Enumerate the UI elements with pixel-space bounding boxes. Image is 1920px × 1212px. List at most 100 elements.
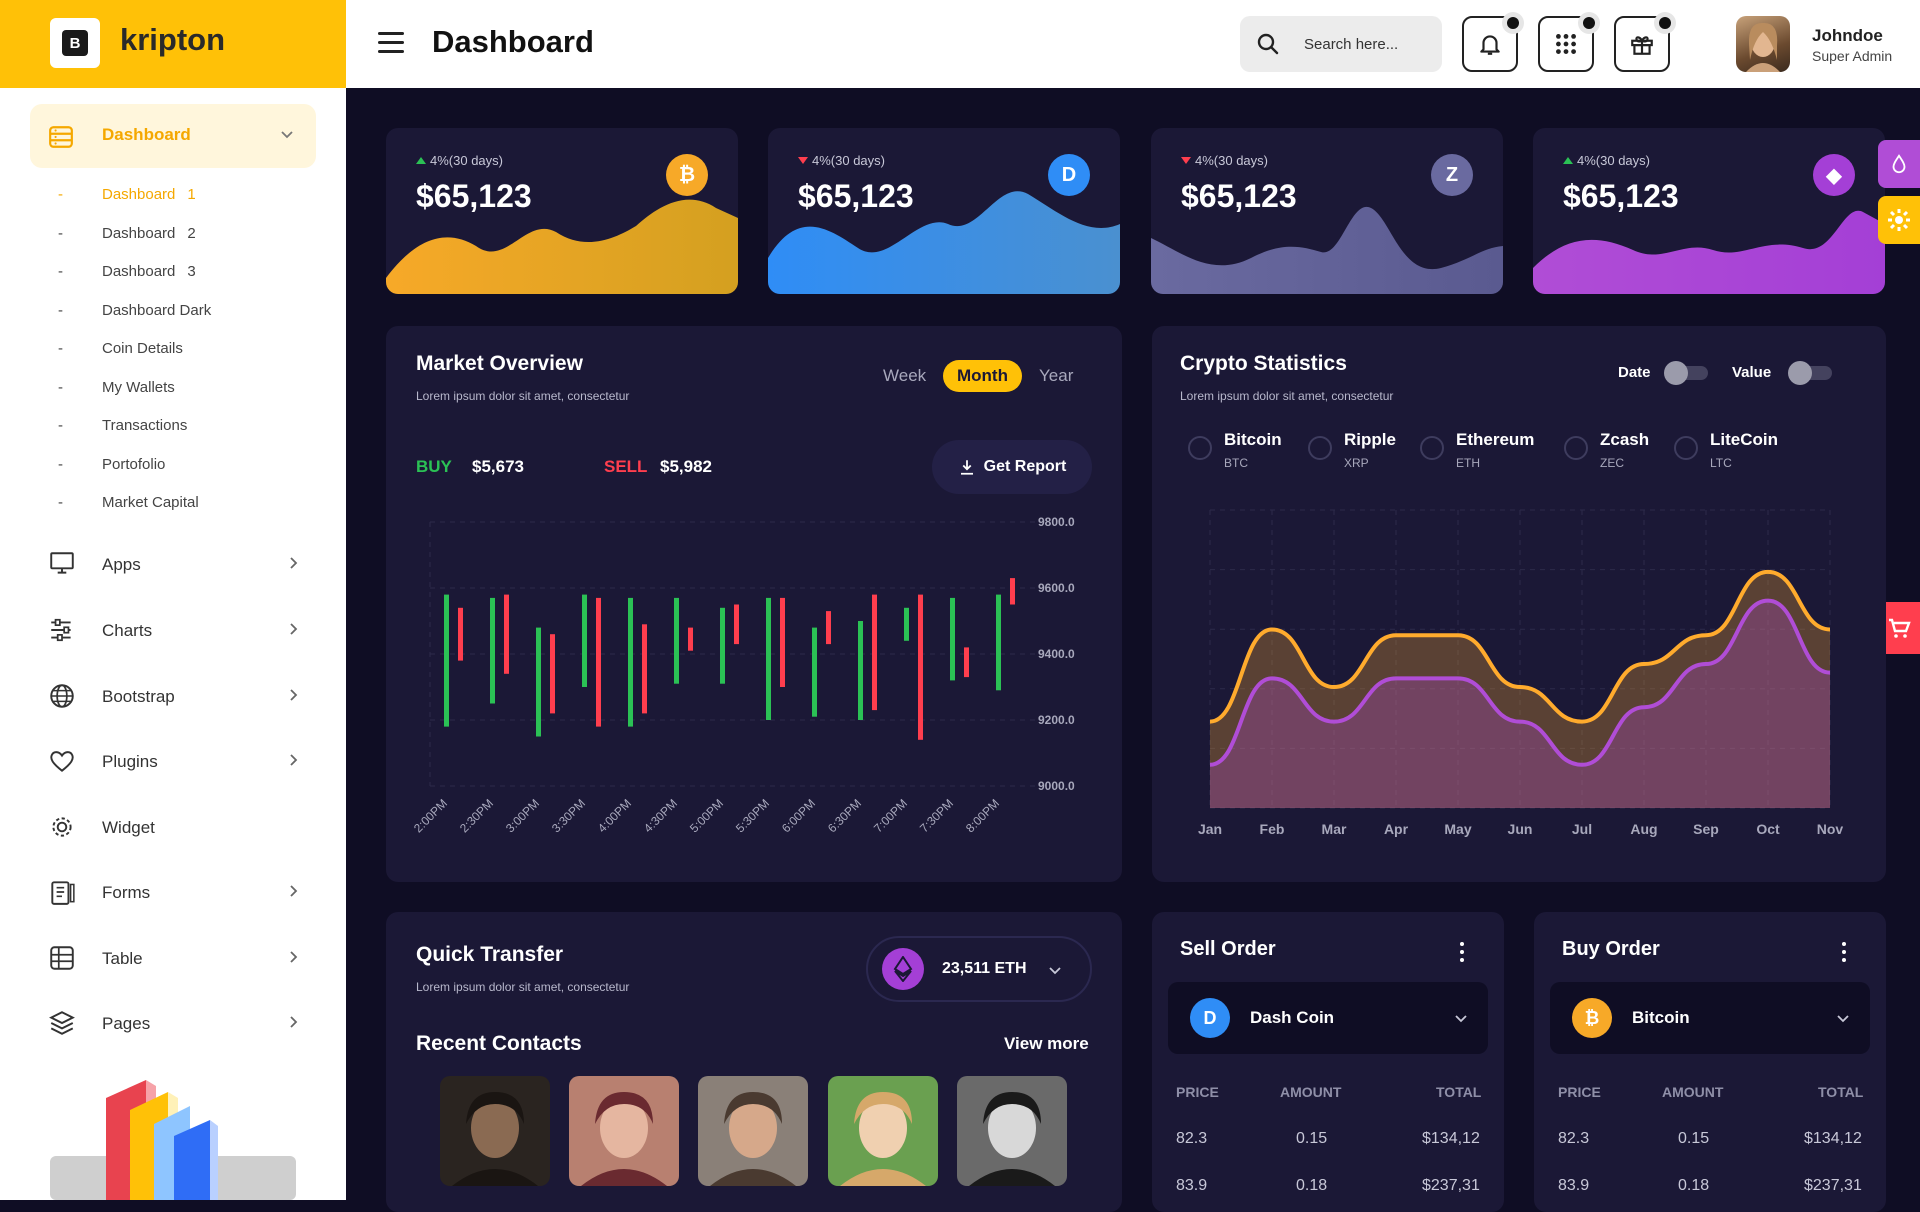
- radio-button[interactable]: [1308, 436, 1332, 460]
- radio-button[interactable]: [1420, 436, 1444, 460]
- menu-toggle-icon[interactable]: [378, 32, 404, 54]
- notification-button[interactable]: [1462, 12, 1524, 72]
- submenu-bullet: -: [58, 186, 63, 203]
- more-options-icon[interactable]: [1460, 942, 1466, 966]
- theme-drop-button[interactable]: [1878, 140, 1920, 188]
- candle-down: [688, 627, 693, 651]
- submenu-item-label: Dashboard Dark: [102, 301, 212, 319]
- x-tick-label: May: [1444, 821, 1471, 837]
- x-tick-label: Mar: [1322, 821, 1347, 837]
- submenu-item[interactable]: - Dashboard 3: [58, 263, 196, 280]
- sidebar-item-bootstrap[interactable]: Bootstrap: [48, 680, 318, 712]
- brand-name[interactable]: kripton: [120, 22, 225, 58]
- candle-down: [964, 647, 969, 678]
- chevron-down-icon: [1837, 1015, 1849, 1023]
- sidebar-item-plugins[interactable]: Plugins: [48, 745, 318, 777]
- buy-row-price: 83.9: [1558, 1177, 1590, 1194]
- submenu-item-label: Coin Details: [102, 340, 183, 357]
- stat-card-dash[interactable]: 4%(30 days) $65,123 D: [768, 128, 1120, 294]
- candle-down: [504, 594, 509, 674]
- y-tick-label: 9000.0: [1038, 779, 1075, 793]
- radio-button[interactable]: [1564, 436, 1588, 460]
- buy-row-amount: 0.15: [1678, 1130, 1710, 1147]
- contact-avatar[interactable]: [698, 1076, 808, 1186]
- sell-label: SELL: [604, 457, 648, 476]
- radio-button[interactable]: [1188, 436, 1212, 460]
- tab-month[interactable]: Month: [943, 360, 1022, 392]
- x-tick-label: 7:00PM: [871, 796, 910, 835]
- stat-wave-area: [768, 191, 1120, 294]
- candle-down: [1010, 578, 1015, 605]
- contact-avatar[interactable]: [569, 1076, 679, 1186]
- submenu-item-label: Transactions: [102, 417, 188, 434]
- stat-card-bitcoin[interactable]: 4%(30 days) $65,123 ₿: [386, 128, 738, 294]
- buy-row-total: $237,31: [1804, 1177, 1862, 1194]
- stat-card-zcash[interactable]: 4%(30 days) $65,123 Z: [1151, 128, 1503, 294]
- sidebar-item-label: Dashboard: [102, 125, 191, 144]
- sell-row-amount: 0.15: [1296, 1130, 1328, 1147]
- settings-float-button[interactable]: [1878, 196, 1920, 244]
- submenu-item-label: Dashboard: [102, 263, 176, 280]
- gift-button[interactable]: [1614, 12, 1676, 72]
- submenu-item[interactable]: - My Wallets: [58, 379, 187, 396]
- stat-card-ethereum[interactable]: 4%(30 days) $65,123 ◆: [1533, 128, 1885, 294]
- contact-avatar[interactable]: [957, 1076, 1067, 1186]
- x-tick-label: 6:30PM: [825, 796, 864, 835]
- brand-bar: B kripton: [0, 0, 346, 88]
- sidebar-item-apps[interactable]: Apps: [48, 548, 318, 580]
- submenu-item[interactable]: - Dashboard 2: [58, 225, 196, 242]
- layers-icon: [49, 1011, 75, 1035]
- tab-week[interactable]: Week: [883, 366, 926, 386]
- submenu-item[interactable]: - Coin Details: [58, 340, 195, 357]
- submenu-item[interactable]: - Dashboard Dark: [58, 302, 223, 319]
- gear-icon: [52, 817, 72, 837]
- more-options-icon[interactable]: [1842, 942, 1848, 966]
- candle-up: [536, 627, 541, 737]
- sidebar-item-pages[interactable]: Pages: [48, 1007, 318, 1039]
- x-tick-label: 5:30PM: [733, 796, 772, 835]
- submenu-item-suffix: 3: [187, 263, 196, 280]
- value-toggle[interactable]: [1788, 361, 1832, 385]
- sidebar-item-widget[interactable]: Widget: [48, 811, 318, 843]
- y-tick-label: 9400.0: [1038, 647, 1075, 661]
- apps-dot: [1578, 12, 1600, 34]
- sell-coin-select[interactable]: D Dash Coin: [1168, 982, 1488, 1054]
- buy-coin-select[interactable]: ₿ Bitcoin: [1550, 982, 1870, 1054]
- contact-avatar[interactable]: [440, 1076, 550, 1186]
- chevron-down-icon: [1049, 967, 1061, 975]
- date-toggle[interactable]: [1664, 361, 1708, 385]
- sidebar-item-label: Apps: [102, 555, 141, 574]
- submenu-item-label: Portofolio: [102, 455, 166, 473]
- contact-avatar[interactable]: [828, 1076, 938, 1186]
- sidebar-item-dashboard[interactable]: Dashboard: [30, 104, 316, 168]
- user-avatar[interactable]: [1736, 16, 1790, 72]
- apps-grid-button[interactable]: [1538, 12, 1600, 72]
- sidebar-item-charts[interactable]: Charts: [48, 614, 318, 646]
- search-box[interactable]: [1240, 16, 1442, 72]
- radio-button[interactable]: [1674, 436, 1698, 460]
- submenu-item[interactable]: - Transactions: [58, 417, 199, 434]
- eth-amount: 23,511 ETH: [942, 960, 1027, 977]
- submenu-item[interactable]: - Dashboard 1: [58, 186, 196, 203]
- candle-up: [950, 597, 955, 681]
- sidebar-item-table[interactable]: Table: [48, 942, 318, 974]
- table-icon: [50, 946, 74, 970]
- user-name[interactable]: Johndoe: [1812, 26, 1883, 46]
- chevron-right-icon: [290, 557, 298, 569]
- x-tick-label: 5:00PM: [687, 796, 726, 835]
- get-report-button[interactable]: Get Report: [932, 440, 1092, 494]
- submenu-item-label: Dashboard: [102, 186, 176, 203]
- globe-icon: [50, 684, 74, 708]
- search-input[interactable]: [1302, 32, 1432, 56]
- tab-year[interactable]: Year: [1039, 366, 1073, 386]
- buy-value: $5,673: [472, 457, 524, 476]
- submenu-item[interactable]: - Market Capital: [58, 494, 211, 511]
- view-more-link[interactable]: View more: [1004, 1034, 1089, 1054]
- submenu-item[interactable]: - Portofolio: [58, 456, 177, 473]
- sidebar-item-forms[interactable]: Forms: [48, 876, 318, 908]
- y-tick-label: 9800.0: [1038, 515, 1075, 529]
- submenu-bullet: -: [58, 263, 63, 280]
- sell-row-price: 83.9: [1176, 1177, 1208, 1194]
- gear-icon: [1888, 209, 1910, 231]
- eth-amount-select[interactable]: 23,511 ETH: [866, 936, 1092, 1002]
